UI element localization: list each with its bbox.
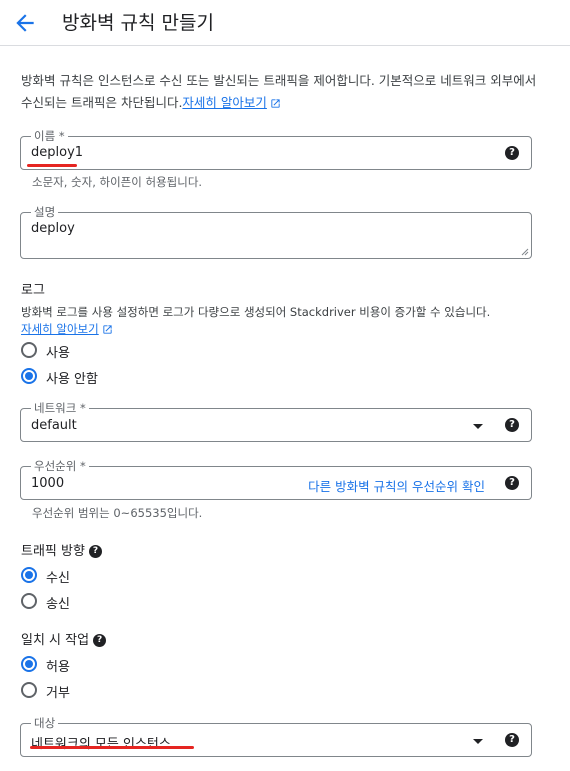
network-value: default [31,418,77,433]
check-priority-link[interactable]: 다른 방화벽 규칙의 우선순위 확인 [308,476,485,495]
logs-off-label: 사용 안함 [46,372,98,387]
network-select[interactable]: 네트워크 * default ? [20,400,532,442]
annotation-underline [30,746,194,749]
help-icon[interactable]: ? [93,634,107,647]
annotation-underline [27,164,77,167]
logs-description: 방화벽 로그를 사용 설정하면 로그가 다량으로 생성되어 Stackdrive… [21,304,541,338]
logs-off-radio[interactable] [21,368,37,384]
action-heading: 일치 시 작업? [21,629,107,648]
name-field[interactable]: 이름 * deploy1 ? [20,128,532,170]
logs-on-label: 사용 [46,346,70,361]
open-in-new-icon [271,99,280,108]
action-heading-label: 일치 시 작업 [21,633,90,648]
target-field-label: 대상 [31,715,59,731]
priority-input[interactable]: 1000 [31,476,64,491]
priority-field-label: 우선순위 * [31,458,89,474]
help-icon[interactable]: ? [505,146,519,160]
direction-heading-label: 트래픽 방향 [21,544,85,559]
intro-text: 방화벽 규칙은 인스턴스로 수신 또는 발신되는 트래픽을 제어합니다. 기본적… [21,70,541,114]
help-icon[interactable]: ? [505,476,519,490]
egress-radio[interactable] [21,593,37,609]
description-input[interactable]: deploy [31,221,75,236]
allow-radio[interactable] [21,656,37,672]
dropdown-arrow-icon[interactable] [473,739,483,744]
network-field-label: 네트워크 * [31,400,89,416]
logs-text: 방화벽 로그를 사용 설정하면 로그가 다량으로 생성되어 Stackdrive… [21,305,491,319]
direction-heading: 트래픽 방향? [21,540,102,559]
logs-on-radio[interactable] [21,342,37,358]
name-input[interactable]: deploy1 [31,145,83,160]
priority-hint: 우선순위 범위는 0~65535입니다. [32,506,203,520]
logs-learn-more-link[interactable]: 자세히 알아보기 [21,322,99,336]
deny-label: 거부 [46,686,70,701]
page-header: 방화벽 규칙 만들기 [0,0,570,46]
target-select[interactable]: 대상 네트워크의 모든 인스턴스 ? [20,715,532,757]
page-title: 방화벽 규칙 만들기 [62,12,214,34]
allow-label: 허용 [46,660,70,675]
ingress-label: 수신 [46,571,70,586]
help-icon[interactable]: ? [88,545,102,558]
learn-more-link[interactable]: 자세히 알아보기 [182,95,266,110]
logs-heading: 로그 [21,283,45,298]
resize-handle-icon[interactable] [521,248,529,256]
dropdown-arrow-icon[interactable] [473,424,483,429]
name-hint: 소문자, 숫자, 하이픈이 허용됩니다. [32,175,203,189]
egress-label: 송신 [46,597,70,612]
open-in-new-icon [103,325,112,334]
description-field-label: 설명 [31,204,59,220]
arrow-back-icon[interactable] [12,10,38,36]
help-icon[interactable]: ? [505,733,519,747]
description-field[interactable]: 설명 deploy [20,204,532,259]
name-field-label: 이름 * [31,128,68,144]
ingress-radio[interactable] [21,567,37,583]
deny-radio[interactable] [21,682,37,698]
priority-field[interactable]: 우선순위 * 1000 다른 방화벽 규칙의 우선순위 확인 ? [20,458,532,500]
help-icon[interactable]: ? [505,418,519,432]
target-value: 네트워크의 모든 인스턴스 [31,737,171,752]
